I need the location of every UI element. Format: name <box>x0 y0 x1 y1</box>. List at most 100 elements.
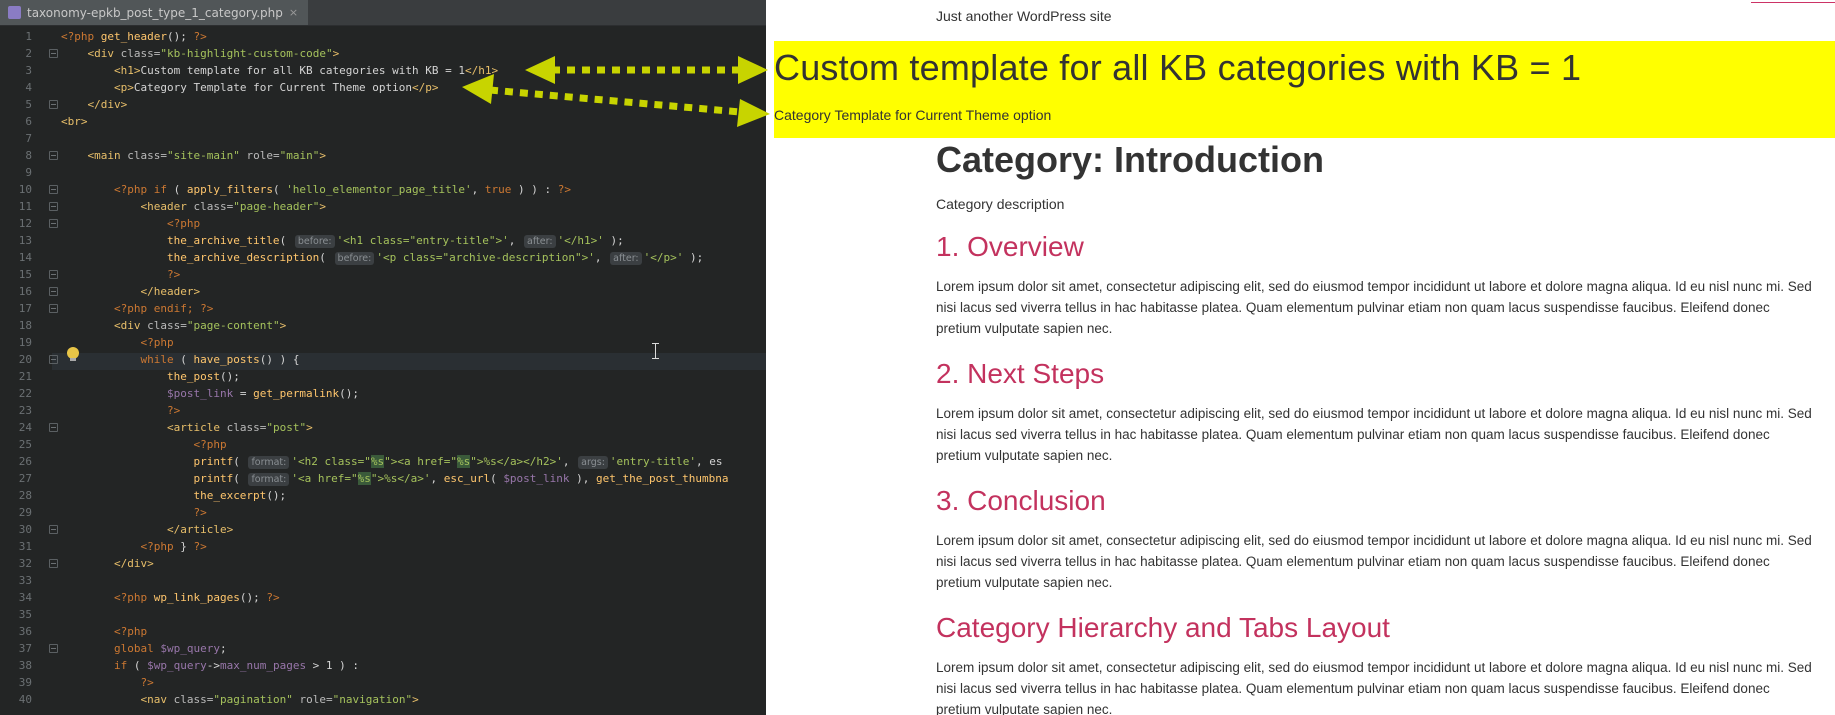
post-title-link[interactable]: 2. Next Steps <box>936 357 1816 391</box>
fold-icon[interactable] <box>49 423 58 432</box>
banner-text: Category Template for Current Theme opti… <box>774 107 1052 123</box>
code-line[interactable]: </div> <box>61 555 766 572</box>
nav-link-underline <box>1751 0 1835 3</box>
line-number: 28 <box>18 489 32 502</box>
code-line[interactable]: $post_link = get_permalink(); <box>61 385 766 402</box>
code-line[interactable]: the_archive_title( before: '<h1 class="en… <box>61 232 766 249</box>
post-title-link[interactable]: 3. Conclusion <box>936 484 1816 518</box>
line-number: 3 <box>25 64 32 77</box>
line-number: 7 <box>25 132 32 145</box>
fold-icon[interactable] <box>49 304 58 313</box>
code-line[interactable]: <br> <box>61 113 766 130</box>
post-article: 1. Overview Lorem ipsum dolor sit amet, … <box>936 230 1816 339</box>
line-number: 15 <box>18 268 32 281</box>
parameter-hint: after: <box>524 235 556 248</box>
code-editor[interactable]: taxonomy-epkb_post_type_1_category.php ×… <box>0 0 766 715</box>
code-line[interactable]: <?php <box>61 436 766 453</box>
code-line[interactable]: <div class="kb-highlight-custom-code"> <box>61 45 766 62</box>
code-line[interactable]: <main class="site-main" role="main"> <box>61 147 766 164</box>
post-excerpt: Lorem ipsum dolor sit amet, consectetur … <box>936 406 1812 463</box>
code-line[interactable]: <?php endif; ?> <box>61 300 766 317</box>
code-line[interactable]: <?php <box>61 334 766 351</box>
code-line[interactable]: ?> <box>61 504 766 521</box>
line-number: 5 <box>25 98 32 111</box>
fold-icon[interactable] <box>49 287 58 296</box>
fold-icon[interactable] <box>49 270 58 279</box>
line-number: 19 <box>18 336 32 349</box>
line-number: 40 <box>18 693 32 706</box>
code-line[interactable]: printf( format: '<a href="%s">%s</a>', es… <box>61 470 766 487</box>
close-icon[interactable]: × <box>289 6 298 19</box>
line-number: 39 <box>18 676 32 689</box>
line-number: 36 <box>18 625 32 638</box>
code-line[interactable]: </header> <box>61 283 766 300</box>
line-number: 11 <box>18 200 32 213</box>
line-number: 10 <box>18 183 32 196</box>
code-line[interactable]: the_archive_description( before: '<p clas… <box>61 249 766 266</box>
line-number: 23 <box>18 404 32 417</box>
site-tagline: Just another WordPress site <box>936 8 1112 24</box>
code-line[interactable]: ?> <box>61 674 766 691</box>
code-line[interactable]: <?php if ( apply_filters( 'hello_element… <box>61 181 766 198</box>
line-number: 38 <box>18 659 32 672</box>
code-line[interactable]: <article class="post"> <box>61 419 766 436</box>
line-number: 1 <box>25 30 32 43</box>
page-title: Category: Introduction <box>936 139 1324 180</box>
fold-icon[interactable] <box>49 559 58 568</box>
code-line[interactable]: the_excerpt(); <box>61 487 766 504</box>
code-line[interactable] <box>61 572 766 589</box>
code-line[interactable]: ?> <box>61 266 766 283</box>
line-number: 33 <box>18 574 32 587</box>
line-number: 29 <box>18 506 32 519</box>
fold-icon[interactable] <box>49 185 58 194</box>
code-line[interactable]: while ( have_posts() ) { <box>61 351 766 368</box>
line-number: 14 <box>18 251 32 264</box>
line-number: 6 <box>25 115 32 128</box>
code-line[interactable]: <?php <box>61 215 766 232</box>
site-main: Category: Introduction Category descript… <box>936 138 1816 715</box>
parameter-hint: format: <box>248 473 290 486</box>
line-number: 13 <box>18 234 32 247</box>
fold-icon[interactable] <box>49 525 58 534</box>
fold-icon[interactable] <box>49 100 58 109</box>
code-line[interactable] <box>61 130 766 147</box>
post-title-link[interactable]: Category Hierarchy and Tabs Layout <box>936 611 1816 645</box>
code-line[interactable]: <p>Category Template for Current Theme o… <box>61 79 766 96</box>
code-line[interactable] <box>61 164 766 181</box>
custom-code-banner: Custom template for all KB categories wi… <box>774 41 1835 138</box>
line-number: 27 <box>18 472 32 485</box>
post-excerpt: Lorem ipsum dolor sit amet, consectetur … <box>936 660 1812 715</box>
line-number: 22 <box>18 387 32 400</box>
fold-icon[interactable] <box>49 644 58 653</box>
code-line[interactable]: </article> <box>61 521 766 538</box>
fold-icon[interactable] <box>49 355 58 364</box>
editor-tab-title: taxonomy-epkb_post_type_1_category.php <box>27 5 283 20</box>
code-line[interactable]: <h1>Custom template for all KB categorie… <box>61 62 766 79</box>
editor-tab[interactable]: taxonomy-epkb_post_type_1_category.php × <box>0 0 309 25</box>
line-number: 18 <box>18 319 32 332</box>
line-number: 20 <box>18 353 32 366</box>
line-number: 4 <box>25 81 32 94</box>
code-line[interactable]: <nav class="pagination" role="navigation… <box>61 691 766 708</box>
code-line[interactable]: ?> <box>61 402 766 419</box>
code-line[interactable]: </div> <box>61 96 766 113</box>
fold-icon[interactable] <box>49 202 58 211</box>
code-line[interactable]: printf( format: '<h2 class="%s"><a href="… <box>61 453 766 470</box>
fold-icon[interactable] <box>49 151 58 160</box>
code-area[interactable]: <?php get_header(); ?> <div class="kb-hi… <box>61 28 766 708</box>
code-line[interactable]: <?php get_header(); ?> <box>61 28 766 45</box>
mouse-cursor-icon <box>652 343 659 359</box>
line-number: 32 <box>18 557 32 570</box>
fold-icon[interactable] <box>49 49 58 58</box>
post-title-link[interactable]: 1. Overview <box>936 230 1816 264</box>
fold-icon[interactable] <box>49 219 58 228</box>
code-line[interactable]: if ( $wp_query->max_num_pages > 1 ) : <box>61 657 766 674</box>
code-line[interactable]: <?php wp_link_pages(); ?> <box>61 589 766 606</box>
code-line[interactable]: the_post(); <box>61 368 766 385</box>
code-line[interactable]: <header class="page-header"> <box>61 198 766 215</box>
code-line[interactable]: <?php <box>61 623 766 640</box>
code-line[interactable] <box>61 606 766 623</box>
code-line[interactable]: <?php } ?> <box>61 538 766 555</box>
code-line[interactable]: global $wp_query; <box>61 640 766 657</box>
code-line[interactable]: <div class="page-content"> <box>61 317 766 334</box>
